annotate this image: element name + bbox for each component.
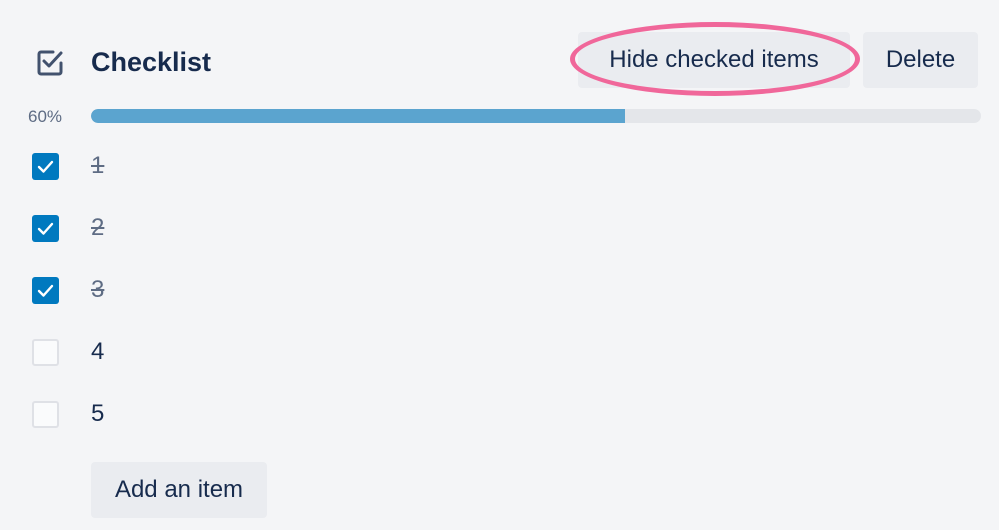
checklist-header: Checklist Hide checked items Delete: [0, 30, 999, 92]
item-label: 3: [91, 276, 105, 303]
progress-percent: 60%: [28, 107, 63, 126]
delete-button[interactable]: Delete: [863, 32, 978, 88]
checklist-item[interactable]: 3: [0, 259, 999, 321]
item-checkbox[interactable]: [32, 339, 59, 366]
progress-bar: [91, 109, 981, 123]
checklist-item[interactable]: 1: [0, 135, 999, 197]
checklist-item[interactable]: 2: [0, 197, 999, 259]
checkmark-icon: [37, 284, 54, 297]
checkmark-icon: [37, 222, 54, 235]
checklist-items: 1 2 3 4 5: [0, 135, 999, 445]
item-label: 2: [91, 214, 105, 241]
add-item-button[interactable]: Add an item: [91, 462, 267, 518]
hide-checked-items-button[interactable]: Hide checked items: [578, 32, 850, 88]
checkmark-icon: [37, 160, 54, 173]
item-label: 1: [91, 152, 105, 179]
item-checkbox[interactable]: [32, 401, 59, 428]
item-label: 5: [91, 400, 105, 427]
checklist-item[interactable]: 4: [0, 321, 999, 383]
item-checkbox[interactable]: [32, 215, 59, 242]
item-checkbox[interactable]: [32, 277, 59, 304]
checklist-icon: [34, 47, 66, 79]
checklist-item[interactable]: 5: [0, 383, 999, 445]
item-label: 4: [91, 338, 105, 365]
checklist-title: Checklist: [91, 47, 212, 77]
item-checkbox[interactable]: [32, 153, 59, 180]
checklist-panel: Checklist Hide checked items Delete 60% …: [0, 0, 999, 530]
progress-bar-fill: [91, 109, 625, 123]
